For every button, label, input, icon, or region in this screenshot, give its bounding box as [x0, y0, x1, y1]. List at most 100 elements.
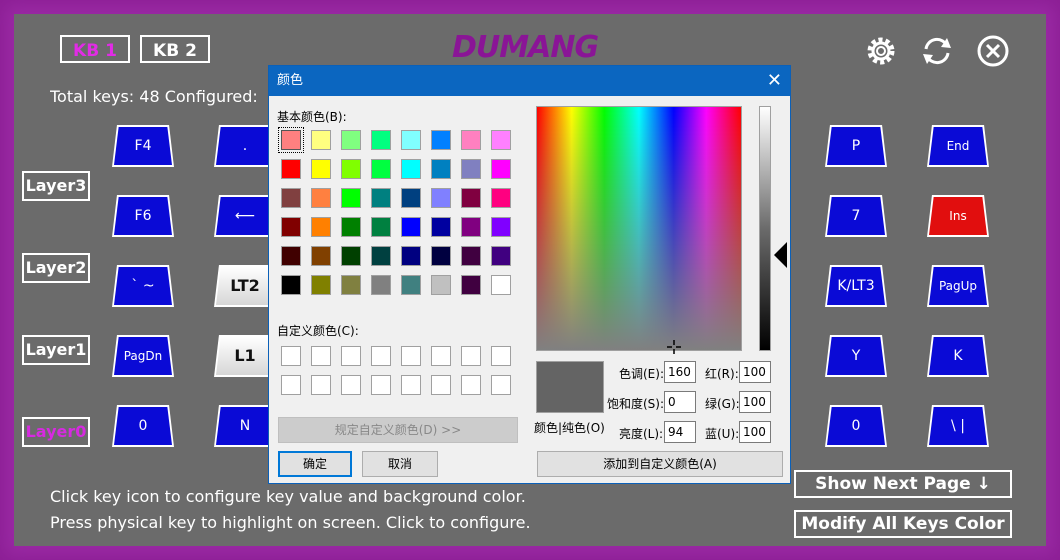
custom-color-slot[interactable]: [431, 346, 451, 366]
color-swatch[interactable]: [491, 188, 511, 208]
refresh-icon[interactable]: [920, 34, 954, 68]
color-swatch[interactable]: [341, 159, 361, 179]
custom-color-slot[interactable]: [311, 375, 331, 395]
key[interactable]: Ins: [927, 195, 989, 237]
custom-color-slot[interactable]: [461, 375, 481, 395]
show-next-page-button[interactable]: Show Next Page ↓: [794, 470, 1012, 498]
custom-color-slot[interactable]: [461, 346, 481, 366]
key[interactable]: 0: [825, 405, 887, 447]
key[interactable]: LT2: [214, 265, 276, 307]
custom-color-slot[interactable]: [491, 375, 511, 395]
color-swatch[interactable]: [281, 217, 301, 237]
green-input[interactable]: 100: [739, 391, 771, 413]
color-swatch[interactable]: [431, 130, 451, 150]
luminance-input[interactable]: 94: [664, 421, 696, 443]
color-swatch[interactable]: [281, 275, 301, 295]
color-swatch[interactable]: [278, 127, 304, 153]
luminance-slider[interactable]: [759, 106, 771, 351]
key[interactable]: 7: [825, 195, 887, 237]
color-swatch[interactable]: [371, 246, 391, 266]
custom-color-slot[interactable]: [341, 346, 361, 366]
color-swatch[interactable]: [341, 246, 361, 266]
layer2-button[interactable]: Layer2: [22, 253, 90, 283]
color-swatch[interactable]: [311, 275, 331, 295]
color-swatch[interactable]: [461, 217, 481, 237]
key[interactable]: F4: [112, 125, 174, 167]
color-swatch[interactable]: [431, 246, 451, 266]
custom-color-slot[interactable]: [431, 375, 451, 395]
key[interactable]: \ |: [927, 405, 989, 447]
color-swatch[interactable]: [431, 188, 451, 208]
color-swatch[interactable]: [461, 246, 481, 266]
color-swatch[interactable]: [371, 275, 391, 295]
color-swatch[interactable]: [491, 217, 511, 237]
color-swatch[interactable]: [341, 275, 361, 295]
color-swatch[interactable]: [341, 188, 361, 208]
color-swatch[interactable]: [371, 130, 391, 150]
color-swatch[interactable]: [461, 188, 481, 208]
color-swatch[interactable]: [491, 275, 511, 295]
color-swatch[interactable]: [431, 275, 451, 295]
custom-color-slot[interactable]: [371, 375, 391, 395]
color-swatch[interactable]: [401, 217, 421, 237]
gear-icon[interactable]: [864, 34, 898, 68]
color-swatch[interactable]: [341, 217, 361, 237]
custom-color-slot[interactable]: [281, 375, 301, 395]
key[interactable]: P: [825, 125, 887, 167]
key[interactable]: PagDn: [112, 335, 174, 377]
color-swatch[interactable]: [371, 217, 391, 237]
color-swatch[interactable]: [371, 188, 391, 208]
color-spectrum[interactable]: [536, 106, 742, 351]
add-to-custom-colors-button[interactable]: 添加到自定义颜色(A): [537, 451, 783, 477]
red-input[interactable]: 100: [739, 361, 771, 383]
blue-input[interactable]: 100: [739, 421, 771, 443]
color-swatch[interactable]: [311, 246, 331, 266]
saturation-input[interactable]: 0: [664, 391, 696, 413]
color-swatch[interactable]: [371, 159, 391, 179]
color-swatch[interactable]: [311, 217, 331, 237]
key[interactable]: L1: [214, 335, 276, 377]
hue-input[interactable]: 160: [664, 361, 696, 383]
color-swatch[interactable]: [401, 275, 421, 295]
key[interactable]: Y: [825, 335, 887, 377]
close-icon[interactable]: [976, 34, 1010, 68]
custom-color-slot[interactable]: [341, 375, 361, 395]
color-swatch[interactable]: [281, 159, 301, 179]
key[interactable]: F6: [112, 195, 174, 237]
kb1-button[interactable]: KB 1: [60, 35, 130, 63]
key[interactable]: End: [927, 125, 989, 167]
key[interactable]: K: [927, 335, 989, 377]
layer3-button[interactable]: Layer3: [22, 171, 90, 201]
color-swatch[interactable]: [431, 159, 451, 179]
key[interactable]: 0: [112, 405, 174, 447]
color-swatch[interactable]: [281, 188, 301, 208]
color-swatch[interactable]: [491, 159, 511, 179]
custom-color-slot[interactable]: [401, 346, 421, 366]
color-swatch[interactable]: [431, 217, 451, 237]
dialog-close-icon[interactable]: ✕: [767, 66, 782, 96]
color-swatch[interactable]: [401, 188, 421, 208]
color-swatch[interactable]: [461, 159, 481, 179]
key[interactable]: ` ~: [112, 265, 174, 307]
ok-button[interactable]: 确定: [278, 451, 352, 477]
custom-color-slot[interactable]: [401, 375, 421, 395]
custom-color-slot[interactable]: [371, 346, 391, 366]
color-swatch[interactable]: [461, 275, 481, 295]
key[interactable]: N: [214, 405, 276, 447]
key[interactable]: PagUp: [927, 265, 989, 307]
luminance-arrow-icon[interactable]: [774, 242, 787, 268]
layer0-button[interactable]: Layer0: [22, 417, 90, 447]
custom-color-slot[interactable]: [491, 346, 511, 366]
color-swatch[interactable]: [401, 246, 421, 266]
kb2-button[interactable]: KB 2: [140, 35, 210, 63]
cancel-button[interactable]: 取消: [362, 451, 438, 477]
custom-color-slot[interactable]: [311, 346, 331, 366]
color-swatch[interactable]: [401, 130, 421, 150]
modify-all-keys-color-button[interactable]: Modify All Keys Color: [794, 510, 1012, 538]
color-swatch[interactable]: [491, 246, 511, 266]
color-swatch[interactable]: [461, 130, 481, 150]
color-swatch[interactable]: [281, 246, 301, 266]
color-swatch[interactable]: [341, 130, 361, 150]
color-swatch[interactable]: [311, 188, 331, 208]
color-swatch[interactable]: [401, 159, 421, 179]
